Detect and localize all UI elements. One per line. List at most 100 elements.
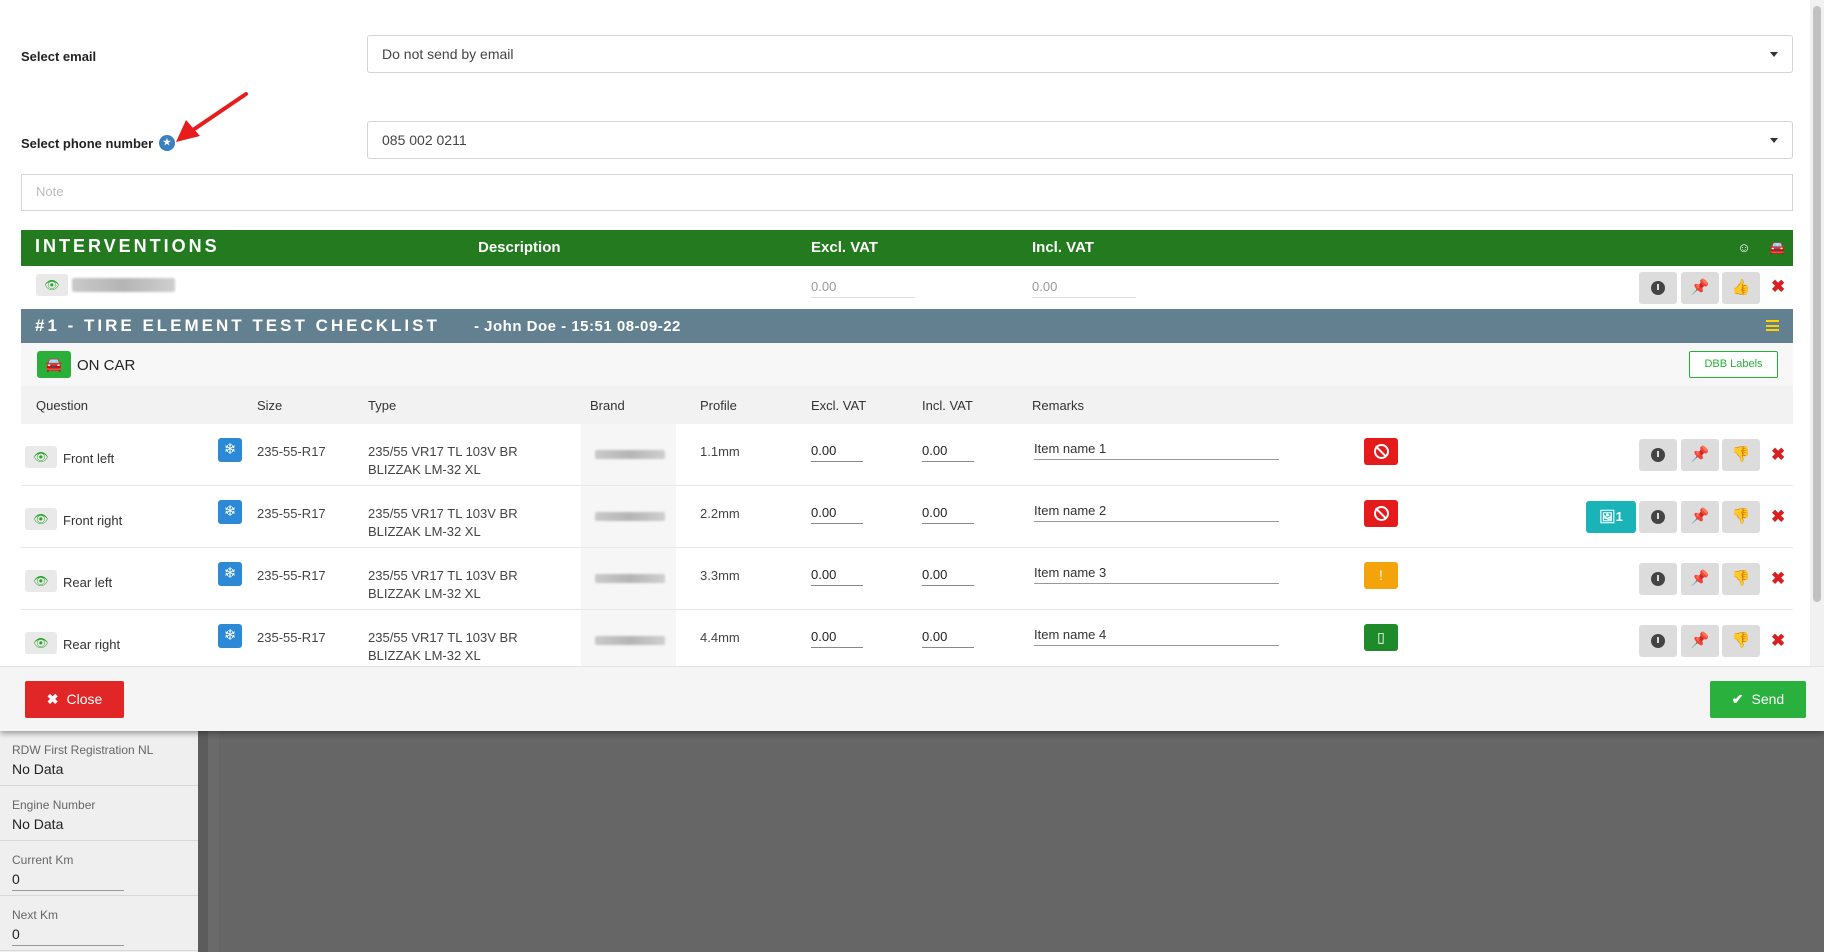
clock-icon[interactable]	[1639, 501, 1677, 533]
photo-count: 1	[1615, 509, 1623, 524]
send-modal: Select email Do not send by email Select…	[0, 0, 1824, 731]
eye-icon[interactable]: 👁	[25, 570, 57, 592]
clock-icon[interactable]	[1639, 563, 1677, 595]
row-incl-input[interactable]: 0.00	[922, 505, 974, 524]
brand-cell	[581, 610, 676, 666]
car-icon: 🚘	[1769, 240, 1786, 255]
checklist-subtitle: - John Doe - 15:51 08-09-22	[474, 318, 681, 335]
col-type: Type	[368, 398, 397, 413]
brand-cell	[581, 486, 676, 547]
row-remark-input[interactable]: Item name 1	[1034, 441, 1279, 460]
menu-icon[interactable]	[1766, 320, 1779, 331]
row-excl-input[interactable]: 0.00	[811, 567, 863, 586]
row-size: 235-55-R17	[257, 506, 326, 521]
pin-icon[interactable]: 📌	[1681, 501, 1719, 533]
intervention-incl-input[interactable]: 0.00	[1032, 279, 1136, 298]
car-icon[interactable]: 🚘	[37, 351, 71, 378]
row-type: 235/55 VR17 TL 103V BR BLIZZAK LM-32 XL	[368, 630, 518, 663]
eye-icon[interactable]: 👁	[25, 632, 57, 654]
chevron-down-icon	[1770, 138, 1778, 143]
bg-field-value[interactable]: 0	[12, 926, 124, 946]
checklist-table-header: Question Size Type Brand Profile Excl. V…	[21, 386, 1793, 424]
dbb-labels-button[interactable]: DBB Labels	[1689, 351, 1778, 378]
phone-select[interactable]: 085 002 0211	[367, 121, 1793, 159]
email-select[interactable]: Do not send by email	[367, 35, 1793, 73]
delete-icon[interactable]: ✖	[1771, 277, 1785, 297]
row-question: Front right	[63, 513, 123, 528]
row-incl-input[interactable]: 0.00	[922, 629, 974, 648]
pin-icon[interactable]: 📌	[1681, 563, 1719, 595]
col-incl-vat: Incl. VAT	[922, 398, 973, 413]
interventions-header: INTERVENTIONS Description Excl. VAT Incl…	[21, 230, 1793, 266]
row-remark-input[interactable]: Item name 2	[1034, 503, 1279, 522]
row-type: 235/55 VR17 TL 103V BR BLIZZAK LM-32 XL	[368, 506, 518, 539]
delete-icon[interactable]: ✖	[1771, 569, 1785, 589]
row-size: 235-55-R17	[257, 444, 326, 459]
col-question: Question	[36, 398, 89, 413]
modal-scrollbar[interactable]	[1810, 0, 1824, 666]
row-size: 235-55-R17	[257, 568, 326, 583]
note-input[interactable]: Note	[21, 174, 1793, 211]
row-remark-input[interactable]: Item name 4	[1034, 627, 1279, 646]
thumbs-down-icon[interactable]: 👎	[1722, 625, 1760, 657]
row-incl-input[interactable]: 0.00	[922, 567, 974, 586]
bg-field-value: No Data	[12, 816, 64, 832]
table-row: 👁 Rear right ❄ 235-55-R17 235/55 VR17 TL…	[21, 610, 1793, 666]
delete-icon[interactable]: ✖	[1771, 631, 1785, 651]
thumbs-down-icon[interactable]: 👎	[1722, 439, 1760, 471]
table-row: 👁 Rear left ❄ 235-55-R17 235/55 VR17 TL …	[21, 548, 1793, 610]
redacted-brand	[595, 636, 665, 645]
row-incl-input[interactable]: 0.00	[922, 443, 974, 462]
warning-icon[interactable]: !	[1364, 562, 1398, 589]
pin-icon[interactable]: 📌	[1681, 625, 1719, 657]
col-profile: Profile	[700, 398, 737, 413]
col-incl-vat: Incl. VAT	[1032, 239, 1094, 256]
eye-icon[interactable]: 👁	[25, 508, 57, 530]
col-excl-vat: Excl. VAT	[811, 239, 878, 256]
on-car-section: 🚘 ON CAR DBB Labels	[21, 343, 1793, 386]
ban-icon[interactable]	[1364, 500, 1398, 527]
clock-icon[interactable]	[1639, 272, 1677, 304]
pin-icon[interactable]: 📌	[1681, 272, 1719, 304]
row-excl-input[interactable]: 0.00	[811, 629, 863, 648]
delete-icon[interactable]: ✖	[1771, 445, 1785, 465]
scrollbar-thumb[interactable]	[1813, 6, 1821, 602]
clock-icon[interactable]	[1639, 625, 1677, 657]
col-description: Description	[478, 239, 561, 256]
email-select-value: Do not send by email	[382, 46, 514, 62]
row-remark-input[interactable]: Item name 3	[1034, 565, 1279, 584]
redacted-brand	[595, 512, 665, 521]
eye-icon[interactable]: 👁	[25, 446, 57, 468]
intervention-excl-input[interactable]: 0.00	[811, 279, 915, 298]
delete-icon[interactable]: ✖	[1771, 507, 1785, 527]
row-profile: 4.4mm	[700, 630, 740, 645]
photo-button[interactable]: 🖼1	[1586, 501, 1636, 533]
col-excl-vat: Excl. VAT	[811, 398, 867, 413]
on-car-label: ON CAR	[77, 357, 136, 374]
chevron-down-icon	[1770, 52, 1778, 57]
ban-icon[interactable]	[1364, 438, 1398, 465]
thumbs-down-icon[interactable]: 👎	[1722, 563, 1760, 595]
thumbs-up-icon[interactable]: 👍	[1722, 272, 1760, 304]
bg-field-value[interactable]: 0	[12, 871, 124, 891]
close-button[interactable]: ✖ Close	[25, 681, 124, 718]
send-button-label: Send	[1751, 691, 1785, 707]
row-question: Front left	[63, 451, 115, 466]
row-excl-input[interactable]: 0.00	[811, 443, 863, 462]
snowflake-icon: ❄	[218, 438, 242, 462]
eye-icon[interactable]: 👁	[36, 274, 68, 296]
close-button-label: Close	[66, 691, 103, 707]
row-profile: 2.2mm	[700, 506, 740, 521]
bg-field-label: Next Km	[12, 908, 59, 922]
row-question: Rear left	[63, 575, 113, 590]
table-row: 👁 Front right ❄ 235-55-R17 235/55 VR17 T…	[21, 486, 1793, 548]
send-button[interactable]: ✔ Send	[1710, 681, 1806, 718]
email-label: Select email	[21, 49, 97, 64]
clock-icon[interactable]	[1639, 439, 1677, 471]
row-profile: 3.3mm	[700, 568, 740, 583]
redacted-description	[72, 278, 175, 292]
document-icon[interactable]: ▯	[1364, 624, 1398, 651]
pin-icon[interactable]: 📌	[1681, 439, 1719, 471]
thumbs-down-icon[interactable]: 👎	[1722, 501, 1760, 533]
row-excl-input[interactable]: 0.00	[811, 505, 863, 524]
